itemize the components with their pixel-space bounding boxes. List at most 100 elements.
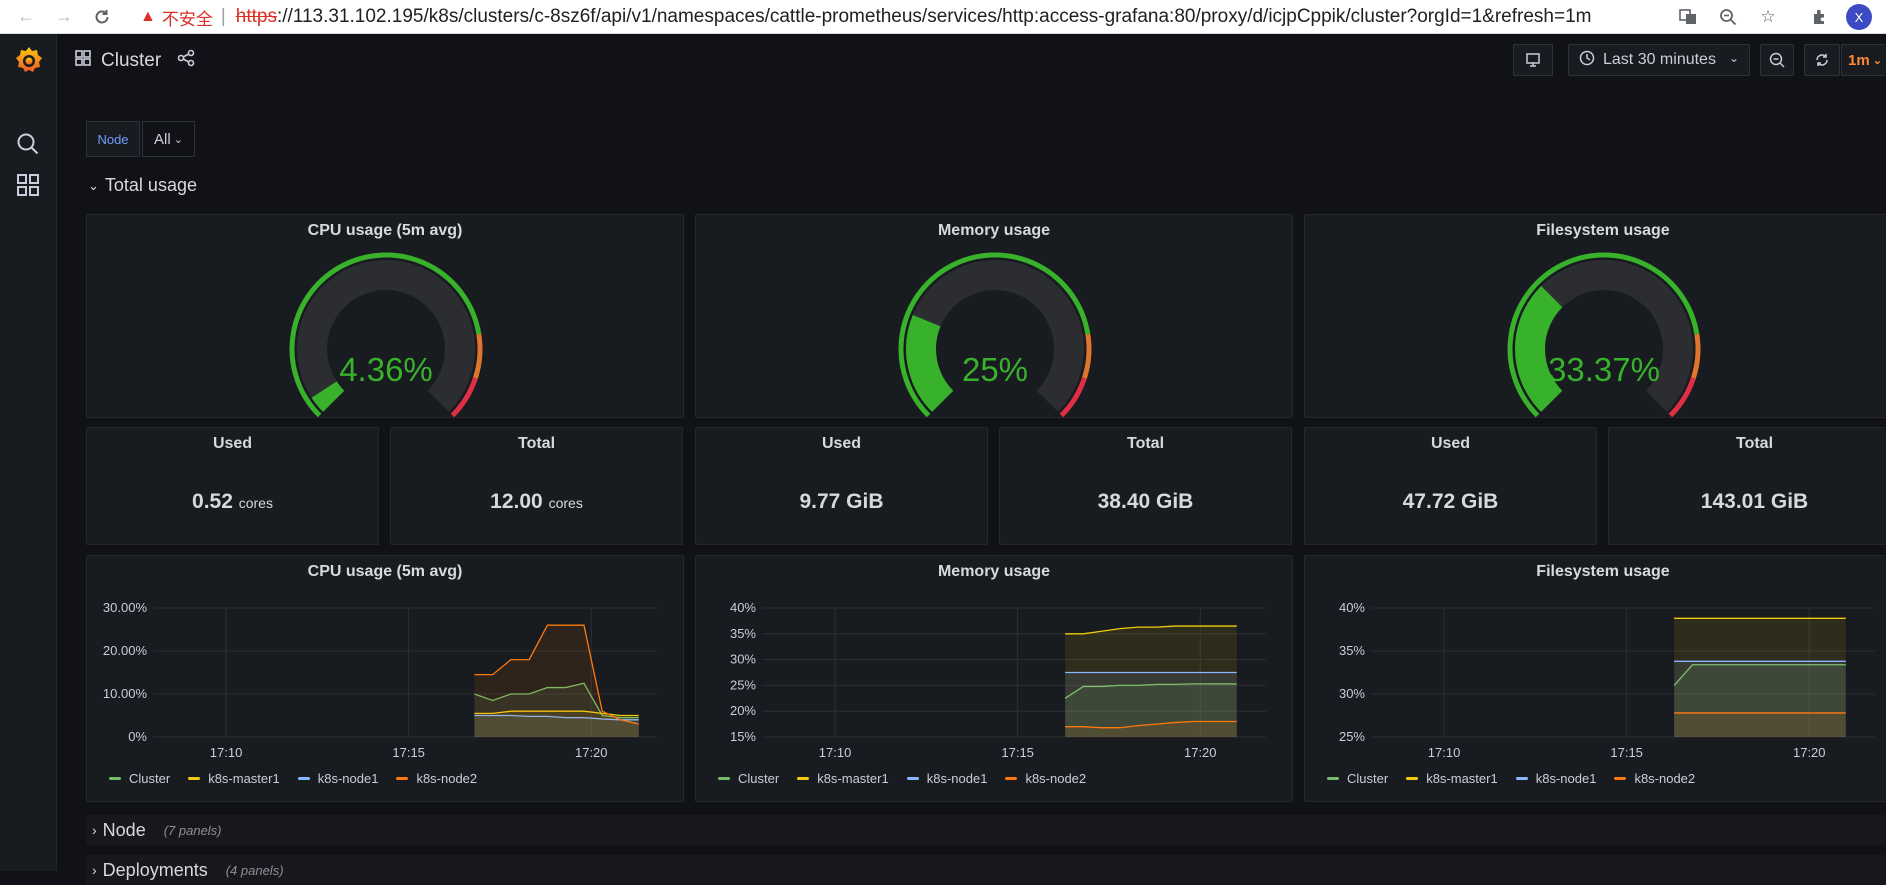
zoom-out-button[interactable] <box>1760 44 1794 76</box>
browser-actions: ☆ X <box>1668 0 1886 34</box>
stat-number: 143.01 GiB <box>1700 490 1809 513</box>
search-icon[interactable] <box>14 130 42 158</box>
timeseries-chart-filesystem: 25%30%35%40%17:1017:1517:2017:2517:3017:… <box>1339 600 1875 760</box>
stat-panel-memory-used[interactable]: Used 9.77 GiB <box>695 427 988 545</box>
legend-label: k8s-node1 <box>1535 771 1597 786</box>
gauge-value-arc <box>906 314 954 412</box>
legend-swatch <box>718 777 730 780</box>
chevron-right-icon: › <box>92 822 97 838</box>
legend-label: k8s-master1 <box>1426 771 1498 786</box>
y-tick-label: 25% <box>1339 729 1365 744</box>
stat-value: 12.00 cores <box>391 490 682 514</box>
panel-title: Total <box>517 435 556 452</box>
legend-label: k8s-node2 <box>1634 771 1696 786</box>
x-tick-label: 17:20 <box>575 745 608 760</box>
gauge-cpu: 4.36% <box>289 252 483 418</box>
legend-item-k8s-node2[interactable]: k8s-node2 <box>396 771 477 786</box>
refresh-button[interactable] <box>1804 44 1840 76</box>
row-deployments[interactable]: › Deployments (4 panels) <box>86 855 1886 885</box>
row-title: Node <box>102 819 146 840</box>
time-picker-button[interactable]: Last 30 minutes ⌄ <box>1568 44 1750 76</box>
dashboards-icon[interactable] <box>14 171 42 199</box>
security-warning[interactable]: ▲ 不安全 <box>140 5 213 30</box>
legend-label: k8s-node1 <box>317 771 379 786</box>
gauge-panel-cpu[interactable]: CPU usage (5m avg) 4.36% <box>86 214 684 418</box>
address-bar[interactable]: ▲ 不安全 | https://113.31.102.195/k8s/clust… <box>140 2 1692 32</box>
x-tick-label: 17:20 <box>1184 745 1217 760</box>
bookmark-star-icon[interactable]: ☆ <box>1748 0 1788 34</box>
legend-item-k8s-master1[interactable]: k8s-master1 <box>188 771 280 786</box>
legend-label: Cluster <box>129 771 171 786</box>
chevron-down-icon: ⌄ <box>88 177 99 193</box>
stat-value: 47.72 GiB <box>1305 490 1596 514</box>
y-tick-label: 0% <box>128 729 147 744</box>
dashboard-title-text[interactable]: Cluster <box>101 50 161 72</box>
stat-panel-cpu-used[interactable]: Used 0.52 cores <box>86 427 379 545</box>
legend-item-cluster[interactable]: Cluster <box>718 771 779 786</box>
timeseries-panel-filesystem[interactable]: Filesystem usage 25% 30% 35% 40% 17:10 17:15 1… <box>1304 555 1886 802</box>
clock-icon <box>1579 50 1595 71</box>
profile-avatar[interactable]: X <box>1846 4 1872 30</box>
legend-item-k8s-master1[interactable]: k8s-master1 <box>797 771 889 786</box>
legend-item-k8s-node2[interactable]: k8s-node2 <box>1005 771 1086 786</box>
gauge-threshold-orange <box>473 333 483 379</box>
stat-panel-filesystem-used[interactable]: Used 47.72 GiB <box>1304 427 1597 545</box>
row-node[interactable]: › Node (7 panels) <box>86 815 1886 845</box>
stat-number: 0.52 <box>192 490 233 513</box>
x-tick-label: 17:15 <box>1001 745 1034 760</box>
timeseries-panel-cpu[interactable]: CPU usage (5m avg) 0% 10.00% 20.00% 30.00% 1… <box>86 555 684 802</box>
legend-item-k8s-node2[interactable]: k8s-node2 <box>1614 771 1695 786</box>
translate-icon[interactable] <box>1668 0 1708 34</box>
variable-select-node[interactable]: All ⌄ <box>142 121 195 157</box>
y-tick-label: 20% <box>730 703 756 718</box>
legend-swatch <box>1327 777 1339 780</box>
legend-label: Cluster <box>738 771 780 786</box>
y-tick-label: 10.00% <box>103 686 148 701</box>
row-title: Total usage <box>104 175 197 195</box>
grafana-logo-icon[interactable] <box>13 44 45 76</box>
timeseries-panel-memory[interactable]: Memory usage 15% 20% 25% 30% 35% 40% 17:10 17:1… <box>695 555 1293 802</box>
stat-value: 143.01 GiB <box>1609 490 1886 514</box>
row-total-usage[interactable]: ⌄ Total usage <box>88 175 197 196</box>
reload-icon[interactable] <box>88 3 116 31</box>
back-icon[interactable]: ← <box>12 3 40 31</box>
y-tick-label: 30% <box>1339 686 1365 701</box>
legend-item-cluster[interactable]: Cluster <box>109 771 170 786</box>
x-tick-label: 17:10 <box>210 745 243 760</box>
y-tick-label: 35% <box>730 626 756 641</box>
y-tick-label: 20.00% <box>103 643 148 658</box>
legend-item-k8s-master1[interactable]: k8s-master1 <box>1406 771 1498 786</box>
gauge-panel-filesystem[interactable]: Filesystem usage 33.37% <box>1304 214 1886 418</box>
legend-item-k8s-node1[interactable]: k8s-node1 <box>1515 771 1597 786</box>
stat-panel-filesystem-total[interactable]: Total 143.01 GiB <box>1608 427 1886 545</box>
zoom-icon[interactable] <box>1708 0 1748 34</box>
gauge-panel-memory[interactable]: Memory usage 25% <box>695 214 1293 418</box>
x-tick-label: 17:20 <box>1793 745 1826 760</box>
legend-item-cluster[interactable]: Cluster <box>1327 771 1388 786</box>
chart-legend: Cluster k8s-master1 k8s-node1 k8s-node2 <box>718 771 1086 786</box>
stat-number: 12.00 <box>490 490 543 513</box>
legend-swatch <box>1406 777 1419 780</box>
legend-label: k8s-master1 <box>817 771 889 786</box>
x-tick-label: 17:10 <box>819 745 852 760</box>
gauge-value-text: 4.36% <box>339 351 433 388</box>
cycle-view-mode-button[interactable] <box>1513 44 1553 76</box>
legend-item-k8s-node1[interactable]: k8s-node1 <box>906 771 987 786</box>
gauge-filesystem: 33.37% <box>1507 252 1701 418</box>
legend-swatch <box>1005 777 1018 780</box>
y-tick-label: 30.00% <box>103 600 148 615</box>
forward-icon[interactable]: → <box>50 3 78 31</box>
legend-item-k8s-node1[interactable]: k8s-node1 <box>297 771 379 786</box>
refresh-interval-picker[interactable]: 1m ⌄ <box>1841 44 1886 76</box>
timeseries-chart-memory: 15%20%25%30%35%40%17:1017:1517:2017:2517… <box>730 600 1266 760</box>
share-icon[interactable] <box>177 49 195 73</box>
extensions-icon[interactable] <box>1800 0 1840 34</box>
apps-icon <box>75 50 91 72</box>
stat-panel-cpu-total[interactable]: Total 12.00 cores <box>390 427 683 545</box>
stat-number: 9.77 GiB <box>799 490 884 513</box>
legend-label: k8s-node2 <box>416 771 478 786</box>
stat-panel-memory-total[interactable]: Total 38.40 GiB <box>999 427 1292 545</box>
warning-icon: ▲ <box>140 8 156 25</box>
series-area-k8s-node2 <box>474 625 639 737</box>
legend-swatch <box>188 777 201 780</box>
